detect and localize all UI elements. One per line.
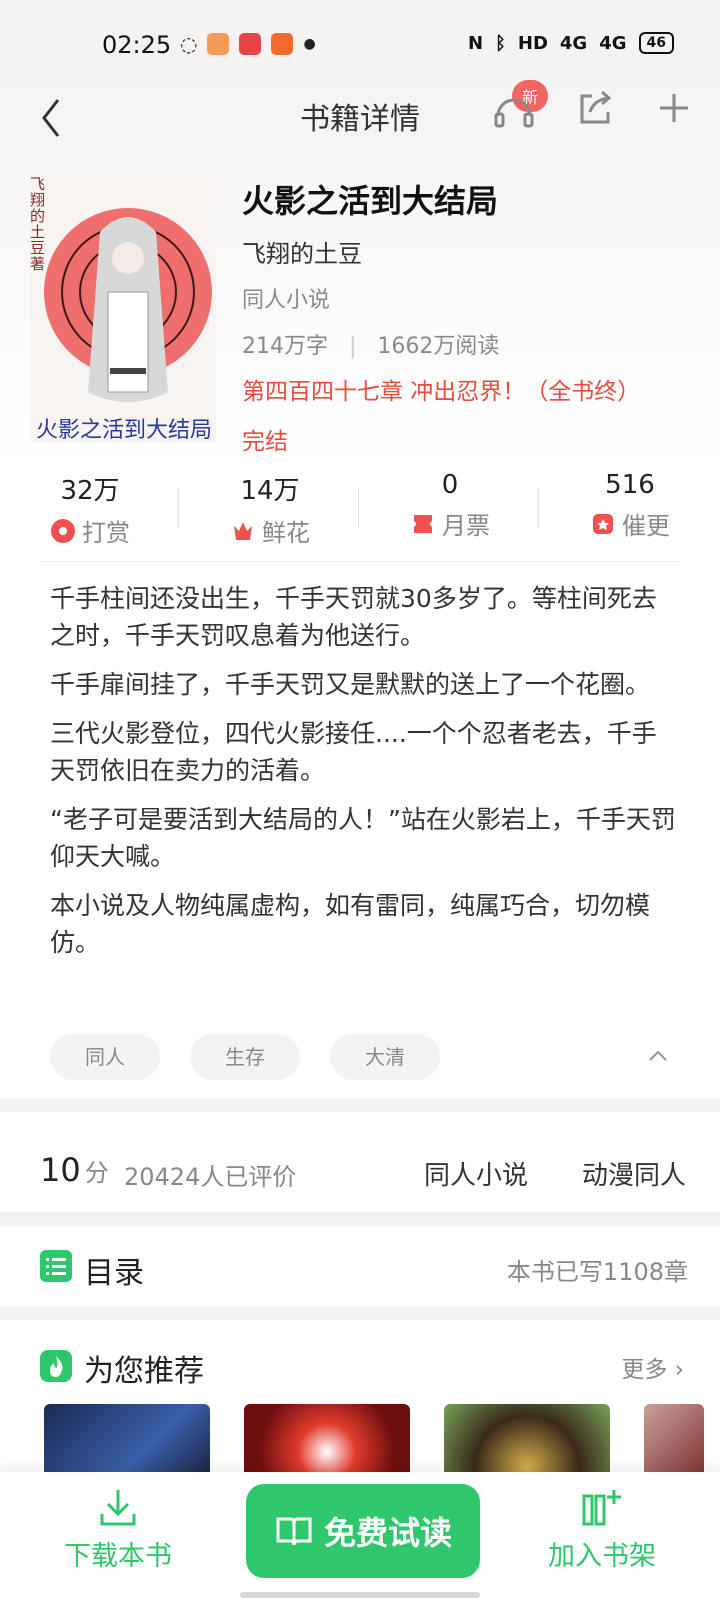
network-label: HD (517, 32, 548, 54)
battery-icon: 46 (638, 32, 674, 54)
more-notifications-icon: ● (303, 36, 316, 52)
subgenre-tag[interactable]: 动漫同人 (582, 1155, 686, 1192)
free-read-button[interactable]: 免费试读 (246, 1484, 480, 1578)
ticket-icon (414, 514, 432, 533)
nav-bar: 书籍详情 新 (0, 80, 720, 150)
add-to-shelf-label: 加入书架 (548, 1541, 656, 1572)
share-icon[interactable] (576, 88, 616, 128)
book-open-icon (276, 1517, 312, 1546)
divider (40, 561, 680, 562)
description-paragraph: 千手柱间还没出生，千手天罚就30多岁了。等柱间死去之时，千手天罚叹息着为他送行。 (50, 584, 657, 650)
section-separator (0, 1098, 720, 1112)
section-separator (0, 1212, 720, 1226)
metric-divider (538, 488, 539, 528)
description-paragraph: 本小说及人物纯属虚构，如有雷同，纯属巧合，切勿模仿。 (50, 891, 651, 957)
metric-value: 0 (441, 470, 459, 500)
flame-icon (40, 1350, 72, 1382)
tag-chip[interactable]: 同人 (50, 1034, 160, 1080)
headphones-icon[interactable] (492, 86, 536, 130)
description-paragraph: 三代火影登位，四代火影接任....一个个忍者老去，千手天罚依旧在卖力的活着。 (50, 719, 657, 785)
book-cover[interactable]: 飞翔的土豆著 火影之活到大结局 (30, 172, 216, 443)
tag-chip[interactable]: 生存 (190, 1034, 300, 1080)
chevron-right-icon: › (674, 1357, 684, 1383)
book-category[interactable]: 同人小说 (242, 282, 330, 314)
metrics-row: 32万 打赏 14万 鲜花 0 月票 516 催更 (0, 470, 720, 560)
metric-urge[interactable]: 516 催更 (540, 470, 720, 541)
metric-divider (178, 488, 179, 528)
tag-chip[interactable]: 大清 (330, 1034, 440, 1080)
reader-notification-icon (271, 33, 294, 55)
system-status: N ᛒ HD 4G 4G 46 (468, 32, 674, 54)
free-read-label: 免费试读 (323, 1514, 452, 1552)
genre-tag[interactable]: 同人小说 (424, 1155, 528, 1192)
download-button[interactable]: 下载本书 (38, 1482, 198, 1573)
more-label: 更多 (621, 1357, 668, 1383)
section-separator (0, 1306, 720, 1320)
list-icon (40, 1250, 72, 1282)
metric-divider (358, 488, 359, 528)
tag-list: 同人 生存 大清 (50, 1034, 440, 1080)
metric-value: 14万 (240, 476, 300, 506)
score-value: 10 (40, 1151, 81, 1189)
more-link[interactable]: 更多 › (621, 1350, 684, 1384)
rating-score: 10 分 (40, 1151, 109, 1189)
score-unit: 分 (84, 1159, 109, 1187)
nfc-icon: N (467, 32, 484, 54)
urge-icon (593, 513, 613, 534)
metric-value: 516 (605, 470, 655, 500)
book-status: 完结 (242, 429, 288, 455)
book-description: 千手柱间还没出生，千手天罚就30多岁了。等柱间死去之时，千手天罚叹息着为他送行。… (50, 580, 680, 973)
app-notification-icon (239, 33, 262, 55)
chapter-count: 本书已写1108章 (506, 1258, 688, 1286)
signal-1-label: 4G (559, 32, 588, 54)
toc-label: 目录 (84, 1256, 144, 1291)
stats-divider: | (349, 334, 357, 359)
chat-notification-icon: ◌ (180, 32, 198, 56)
metric-flower[interactable]: 14万 鲜花 (180, 470, 360, 548)
bookshelf-add-icon (582, 1490, 621, 1526)
status-bar: 02:25 ◌ ● N ᛒ HD 4G 4G 46 (0, 0, 720, 90)
notification-icons: ◌ ● (180, 32, 316, 56)
home-indicator[interactable] (240, 1592, 480, 1598)
read-count: 1662万阅读 (377, 334, 500, 359)
latest-chapter[interactable]: 第四百四十七章 冲出忍界！（全书终） (242, 372, 640, 406)
game-notification-icon (207, 33, 230, 55)
recommend-label: 为您推荐 (84, 1354, 204, 1389)
download-label: 下载本书 (64, 1541, 172, 1572)
metric-label: 鲜花 (262, 519, 310, 547)
metric-value: 32万 (60, 476, 120, 506)
description-paragraph: 千手扉间挂了，千手天罚又是默默的送上了一个花圈。 (50, 670, 651, 699)
download-icon (100, 1490, 136, 1526)
status-time: 02:25 (102, 31, 172, 59)
word-count: 214万字 (242, 334, 328, 359)
table-of-contents-row[interactable]: 目录 本书已写1108章 (0, 1228, 720, 1306)
reward-icon (51, 518, 75, 543)
cover-author-text: 飞翔的土豆著 (30, 175, 46, 273)
metric-label: 月票 (442, 512, 490, 540)
book-title: 火影之活到大结局 (242, 182, 499, 220)
metric-label: 催更 (622, 512, 670, 540)
rater-count: 20424人已评价 (124, 1163, 297, 1191)
description-paragraph: “老子可是要活到大结局的人！”站在火影岩上，千手天罚仰天大喊。 (50, 805, 676, 871)
book-author[interactable]: 飞翔的土豆 (242, 234, 362, 269)
chevron-up-icon (649, 1050, 667, 1061)
plus-icon[interactable] (656, 90, 692, 126)
metric-label: 打赏 (82, 519, 130, 547)
bottom-action-bar: 下载本书 免费试读 加入书架 (0, 1472, 720, 1600)
rating-row[interactable]: 10 分 20424人已评价 同人小说 动漫同人 (0, 1125, 720, 1215)
bluetooth-icon: ᛒ (495, 32, 506, 54)
flower-icon (234, 521, 252, 540)
signal-2-label: 4G (599, 32, 627, 54)
nav-actions (492, 86, 692, 130)
collapse-button[interactable] (646, 1044, 670, 1068)
add-to-shelf-button[interactable]: 加入书架 (522, 1482, 682, 1573)
metric-reward[interactable]: 32万 打赏 (0, 470, 180, 548)
book-stats: 214万字 | 1662万阅读 (242, 328, 499, 360)
cover-title-text: 火影之活到大结局 (36, 418, 213, 443)
metric-ticket[interactable]: 0 月票 (360, 470, 540, 541)
